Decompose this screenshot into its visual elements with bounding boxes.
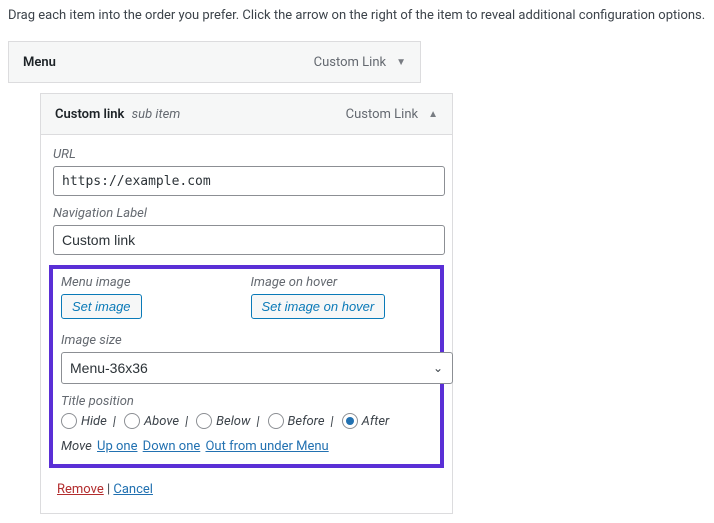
title-position-radios: Hide| Above| Below| Before| After xyxy=(61,413,432,429)
menu-image-label: Menu image xyxy=(61,275,243,290)
expand-arrow-down-icon[interactable]: ▼ xyxy=(396,57,406,68)
radio-hide[interactable] xyxy=(61,413,77,429)
set-image-button[interactable]: Set image xyxy=(61,294,142,319)
menu-item-top[interactable]: Menu Custom Link ▼ xyxy=(8,41,421,83)
submenu-body: URL Navigation Label Menu image Set imag… xyxy=(40,135,453,514)
radio-hide-label: Hide xyxy=(81,414,107,429)
submenu-sub-label: sub item xyxy=(132,107,181,122)
image-hover-label: Image on hover xyxy=(251,275,433,290)
radio-above-label: Above xyxy=(144,414,179,429)
move-up-one-link[interactable]: Up one xyxy=(97,439,137,454)
set-image-hover-button[interactable]: Set image on hover xyxy=(251,294,386,319)
menu-item-type: Custom Link xyxy=(314,55,386,70)
image-size-select[interactable]: Menu-36x36 xyxy=(61,352,453,384)
instructions-text: Drag each item into the order you prefer… xyxy=(8,8,706,23)
remove-link[interactable]: Remove xyxy=(57,482,104,497)
radio-after-label: After xyxy=(362,414,390,429)
move-label: Move xyxy=(61,439,92,454)
collapse-arrow-up-icon[interactable]: ▲ xyxy=(428,109,438,120)
submenu-title: Custom link xyxy=(55,107,124,122)
move-down-one-link[interactable]: Down one xyxy=(143,439,201,454)
radio-after[interactable] xyxy=(342,413,358,429)
nav-label-input[interactable] xyxy=(53,225,445,255)
submenu-item: Custom link sub item Custom Link ▲ URL N… xyxy=(40,93,453,514)
submenu-type: Custom Link xyxy=(346,107,418,122)
nav-label-label: Navigation Label xyxy=(53,206,440,221)
radio-before[interactable] xyxy=(268,413,284,429)
url-input[interactable] xyxy=(53,166,445,196)
menu-item-title: Menu xyxy=(23,55,56,70)
radio-below-label: Below xyxy=(216,414,250,429)
move-out-from-link[interactable]: Out from under Menu xyxy=(205,439,328,454)
url-label: URL xyxy=(53,147,440,162)
cancel-link[interactable]: Cancel xyxy=(113,482,153,497)
title-position-label: Title position xyxy=(61,394,432,409)
image-size-label: Image size xyxy=(61,333,432,348)
submenu-header[interactable]: Custom link sub item Custom Link ▲ xyxy=(40,93,453,135)
move-row: Move Up one Down one Out from under Menu xyxy=(61,439,432,454)
bottom-actions: Remove | Cancel xyxy=(53,482,440,497)
radio-before-label: Before xyxy=(288,414,325,429)
radio-above[interactable] xyxy=(124,413,140,429)
radio-below[interactable] xyxy=(196,413,212,429)
image-settings-highlight: Menu image Set image Image on hover Set … xyxy=(49,265,444,468)
